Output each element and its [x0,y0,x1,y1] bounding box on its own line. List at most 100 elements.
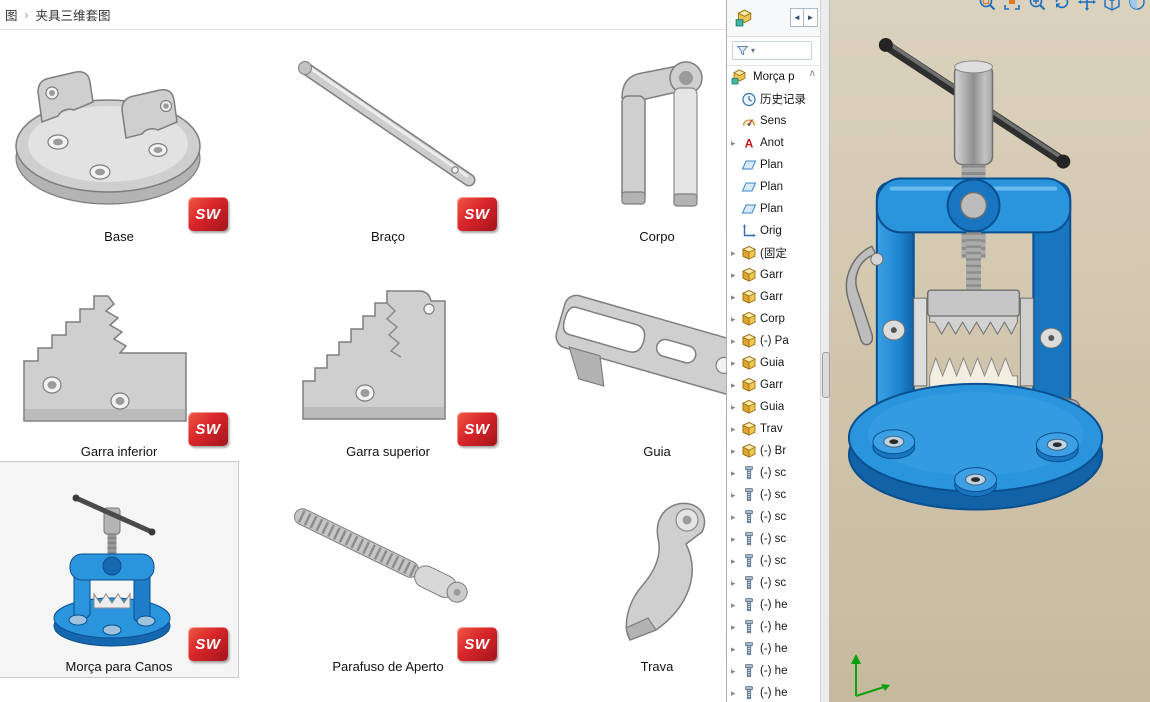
expand-arrow-icon[interactable]: ▸ [731,336,741,347]
filter-row: ▾ [727,37,820,66]
tree-item[interactable]: ▸ (-) sc [727,506,820,528]
part-icon [741,245,757,261]
expand-arrow-icon[interactable]: ▸ [731,666,741,677]
tree-item[interactable]: ▸ (固定 [727,242,820,264]
tree-item[interactable]: ▸ (-) he [727,594,820,616]
panel-back-button[interactable]: ◄ [790,8,804,27]
tree-item[interactable]: ▸ Corp [727,308,820,330]
part-icon [741,399,757,415]
expand-arrow-icon[interactable]: ▸ [731,446,741,457]
expand-arrow-icon[interactable]: ▸ [731,248,741,259]
expand-arrow-icon[interactable]: ▸ [731,578,741,589]
part-icon [741,289,757,305]
screw-icon [741,465,757,481]
solidworks-file-badge: SW [457,197,497,231]
tree-item[interactable]: ▸ A Anot [727,132,820,154]
expand-arrow-icon[interactable]: ▸ [731,490,741,501]
tree-item[interactable]: Plan [727,198,820,220]
filter-funnel-icon [736,44,749,57]
expand-arrow-icon[interactable]: ▸ [731,468,741,479]
tree-item-label: Trav [760,423,783,435]
expand-arrow-icon[interactable]: ▸ [731,622,741,633]
gallery-item-label: Garra superior [346,444,430,459]
tree-item-label: (-) he [760,643,788,655]
tree-item[interactable]: ▸ Trav [727,418,820,440]
part-icon [741,421,757,437]
tree-item[interactable]: Orig [727,220,820,242]
expand-arrow-icon[interactable]: ▸ [731,644,741,655]
tree-item[interactable]: Plan [727,176,820,198]
expand-arrow-icon[interactable]: ▸ [731,314,741,325]
tree-item[interactable]: ▸ (-) Pa [727,330,820,352]
expand-arrow-icon[interactable]: ▸ [731,358,741,369]
tree-item-label: (-) sc [760,467,787,479]
tree-item[interactable]: ▸ (-) he [727,616,820,638]
gallery-item[interactable]: SW Parafuso de Aperto [269,462,507,677]
expand-arrow-icon[interactable]: ▸ [731,380,741,391]
part-thumbnail-morca [53,494,171,647]
tree-item-label: (-) Pa [760,335,789,347]
part-icon [741,267,757,283]
screen: 图 › 夹具三维套图 SW Base SW Braço Corpo SW Gar… [0,0,1150,702]
tree-item[interactable]: ▸ (-) he [727,638,820,660]
gallery-item-label: Morça para Canos [65,659,173,674]
tree-item[interactable]: ▸ (-) he [727,682,820,702]
gallery-item[interactable]: SW Morça para Canos [0,461,239,678]
gallery-item-label: Garra inferior [80,444,158,459]
tree-item[interactable]: ▸ (-) he [727,660,820,682]
screw-icon [741,509,757,525]
annotation-icon: A [741,135,757,151]
tree-item[interactable]: Sens [727,110,820,132]
expand-arrow-icon[interactable]: ▸ [731,424,741,435]
viewport-3d[interactable] [830,0,1150,702]
expand-arrow-icon[interactable]: ▸ [731,556,741,567]
expand-arrow-icon[interactable]: ▸ [731,270,741,281]
expand-arrow-icon[interactable]: ▸ [731,534,741,545]
tree-item[interactable]: ▸ (-) sc [727,572,820,594]
gallery-item[interactable]: SW Base [0,32,238,247]
tree-item[interactable]: ▸ Garr [727,264,820,286]
panel-forward-button[interactable]: ► [804,8,818,27]
tree-root-label: Morça p [753,71,795,83]
tree-item[interactable]: ▸ Garr [727,286,820,308]
tree-item[interactable]: ▸ (-) sc [727,484,820,506]
sensor-icon [741,113,757,129]
gallery-item[interactable]: SW Garra superior [269,247,507,462]
gallery-item[interactable]: SW Garra inferior [0,247,238,462]
expand-arrow-icon[interactable]: ▸ [731,402,741,413]
expand-arrow-icon[interactable]: ▸ [731,600,741,611]
scroll-up-arrow[interactable]: ∧ [809,68,816,79]
panel-splitter-handle[interactable] [822,352,830,398]
expand-arrow-icon[interactable]: ▸ [731,688,741,699]
screw-icon [741,641,757,657]
plane-icon [741,179,757,195]
pipe-vise-model[interactable] [830,0,1150,702]
breadcrumb-root[interactable]: 图 [5,5,18,24]
gallery-item[interactable]: SW Braço [269,32,507,247]
tree-root-item[interactable]: Morça p ∧ [727,66,820,88]
orientation-triad-icon [851,654,890,697]
tree-item[interactable]: ▸ (-) sc [727,550,820,572]
tree-item-label: (-) sc [760,533,787,545]
filter-input[interactable]: ▾ [732,41,812,60]
breadcrumb-title[interactable]: 夹具三维套图 [36,5,111,24]
screw-icon [741,685,757,701]
feature-manager-tab-icon[interactable] [735,9,753,27]
tree-item-label: (固定 [760,248,787,260]
tree-item[interactable]: 历史记录 [727,88,820,110]
origin-icon [741,223,757,239]
solidworks-file-badge: SW [457,627,497,661]
panel-splitter[interactable] [820,0,830,702]
tree-item[interactable]: ▸ Garr [727,374,820,396]
tree-item[interactable]: ▸ (-) sc [727,528,820,550]
expand-arrow-icon[interactable]: ▸ [731,292,741,303]
expand-arrow-icon[interactable]: ▸ [731,512,741,523]
gallery-pane: 图 › 夹具三维套图 SW Base SW Braço Corpo SW Gar… [0,0,830,702]
tree-item[interactable]: ▸ Guia [727,396,820,418]
tree-item[interactable]: ▸ (-) sc [727,462,820,484]
expand-arrow-icon[interactable]: ▸ [731,138,741,149]
tree-item[interactable]: ▸ (-) Br [727,440,820,462]
filter-dropdown-arrow[interactable]: ▾ [751,46,755,55]
tree-item[interactable]: Plan [727,154,820,176]
tree-item[interactable]: ▸ Guia [727,352,820,374]
